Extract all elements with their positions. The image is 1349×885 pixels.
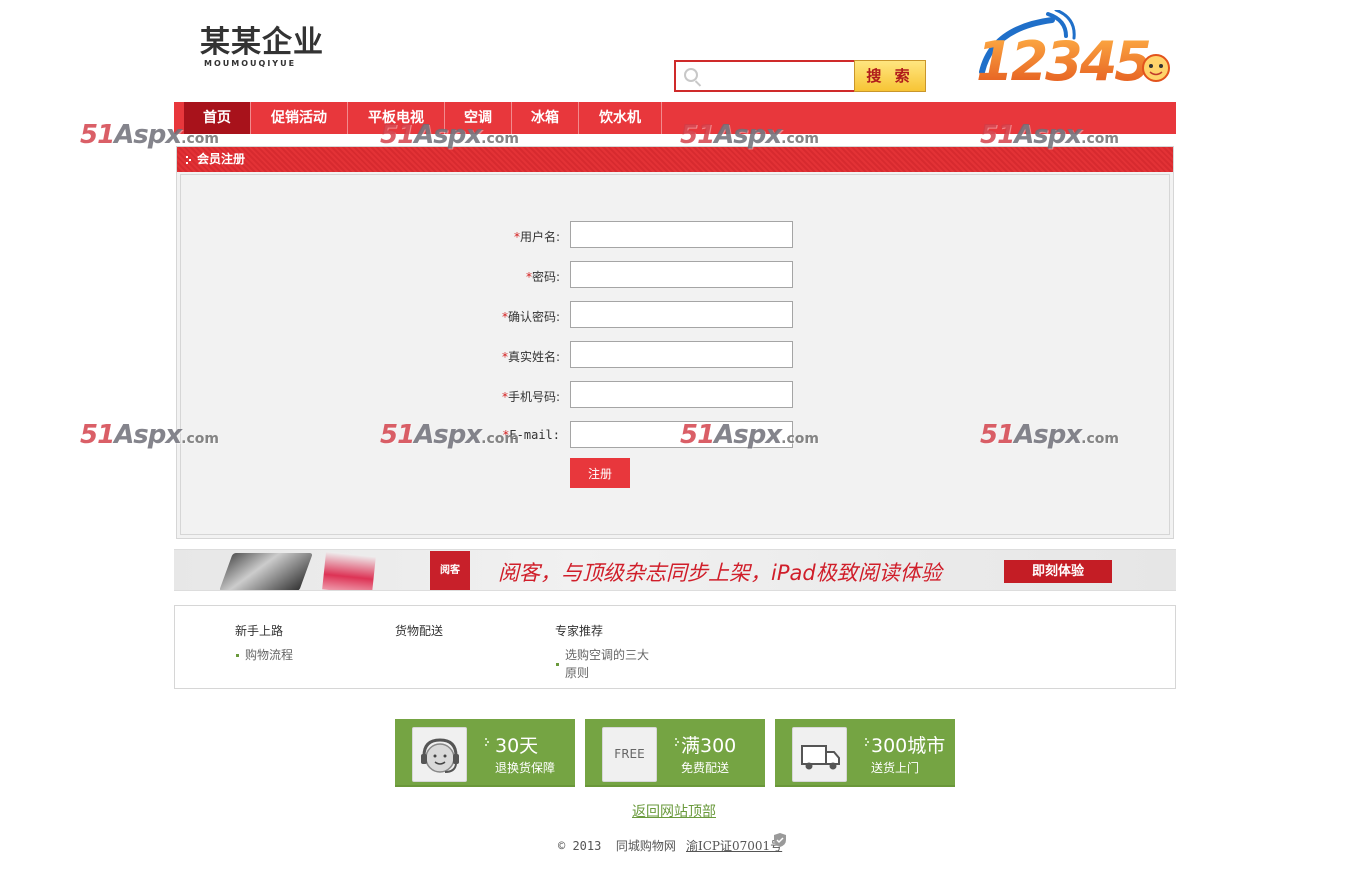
register-panel-header: 会员注册 (177, 147, 1173, 172)
nav-item-promotions[interactable]: 促销活动 (251, 102, 348, 134)
watermark: 51Aspx.com (980, 420, 1119, 450)
bullet-icon (236, 654, 239, 657)
bullet-dots-icon (186, 156, 192, 164)
watermark: 51Aspx.com (80, 120, 219, 150)
username-input[interactable] (570, 221, 793, 248)
logo-english-text: MOUMOUQIYUE (204, 59, 297, 68)
service-subtitle: 送货上门 (871, 761, 920, 775)
watermark: 51Aspx.com (680, 120, 819, 150)
search-button[interactable]: 搜 索 (854, 60, 926, 92)
service-badge-delivery[interactable]: 300城市 送货上门 (775, 719, 955, 787)
watermark: 51Aspx.com (980, 120, 1119, 150)
brand-logo-number: 12345 (976, 30, 1149, 86)
brand-logo-graphic: 12345 (976, 8, 1170, 93)
try-now-button[interactable]: 即刻体验 (1004, 560, 1112, 583)
service-badge-return[interactable]: 30天 退换货保障 (395, 719, 575, 787)
magazine-image (322, 551, 376, 590)
back-to-top-link[interactable]: 返回网站顶部 (632, 801, 716, 821)
service-title: 300城市 (871, 735, 946, 757)
bullet-icon (556, 663, 559, 666)
real-name-input[interactable] (570, 341, 793, 368)
copyright-text: © 2013 同城购物网 (558, 839, 676, 853)
password-label: *密码: (525, 270, 560, 284)
service-title: 30天 (495, 735, 539, 757)
service-title: 满300 (681, 735, 737, 757)
site-logo[interactable]: 某某企业 MOUMOUQIYUE (200, 26, 330, 70)
help-section: 新手上路 购物流程 货物配送 专家推荐 选购空调的三大原则 (174, 605, 1176, 689)
confirm-password-label: *确认密码: (501, 310, 560, 324)
help-column-title: 新手上路 (235, 624, 284, 638)
watermark: 51Aspx.com (80, 420, 219, 450)
watermark: 51Aspx.com (380, 420, 519, 450)
search-box (674, 60, 856, 92)
nav-item-refrigerator[interactable]: 冰箱 (512, 102, 579, 134)
password-input[interactable] (570, 261, 793, 288)
bullet-dots-icon (485, 738, 489, 746)
register-submit-button[interactable]: 注册 (570, 458, 630, 488)
real-name-label: *真实姓名: (501, 350, 560, 364)
help-column-title: 货物配送 (395, 624, 444, 638)
truck-icon (792, 727, 847, 782)
confirm-password-input[interactable] (570, 301, 793, 328)
bullet-dots-icon (675, 738, 679, 746)
brand-logo-12345: 12345 (962, 8, 1184, 93)
bullet-dots-icon (865, 738, 869, 746)
promo-banner[interactable]: 阅客 阅客，与顶级杂志同步上架，iPad极致阅读体验 即刻体验 (174, 549, 1176, 591)
search-input[interactable] (702, 66, 852, 88)
help-link-ac-principles[interactable]: 选购空调的三大原则 (565, 646, 655, 682)
ipad-image (219, 553, 313, 590)
shield-icon (774, 833, 786, 847)
service-badge-free-shipping[interactable]: FREE 满300 免费配送 (585, 719, 765, 787)
yueke-logo: 阅客 (430, 551, 470, 590)
phone-label: *手机号码: (501, 390, 560, 404)
watermark: 51Aspx.com (380, 120, 519, 150)
service-subtitle: 退换货保障 (495, 761, 556, 775)
watermark: 51Aspx.com (680, 420, 819, 450)
username-label: *用户名: (513, 230, 560, 244)
icp-license-link[interactable]: 渝ICP证07001号 (686, 837, 782, 854)
phone-input[interactable] (570, 381, 793, 408)
logo-chinese-text: 某某企业 (200, 25, 324, 60)
banner-text: 阅客，与顶级杂志同步上架，iPad极致阅读体验 (498, 561, 942, 585)
help-column-title: 专家推荐 (555, 624, 604, 638)
help-link-shopping-process[interactable]: 购物流程 (245, 646, 345, 664)
nav-item-water-dispenser[interactable]: 饮水机 (579, 102, 662, 134)
headset-icon (412, 727, 467, 782)
service-subtitle: 免费配送 (681, 761, 730, 775)
free-icon: FREE (602, 727, 657, 782)
register-panel-title: 会员注册 (197, 152, 246, 166)
search-icon (684, 68, 698, 82)
